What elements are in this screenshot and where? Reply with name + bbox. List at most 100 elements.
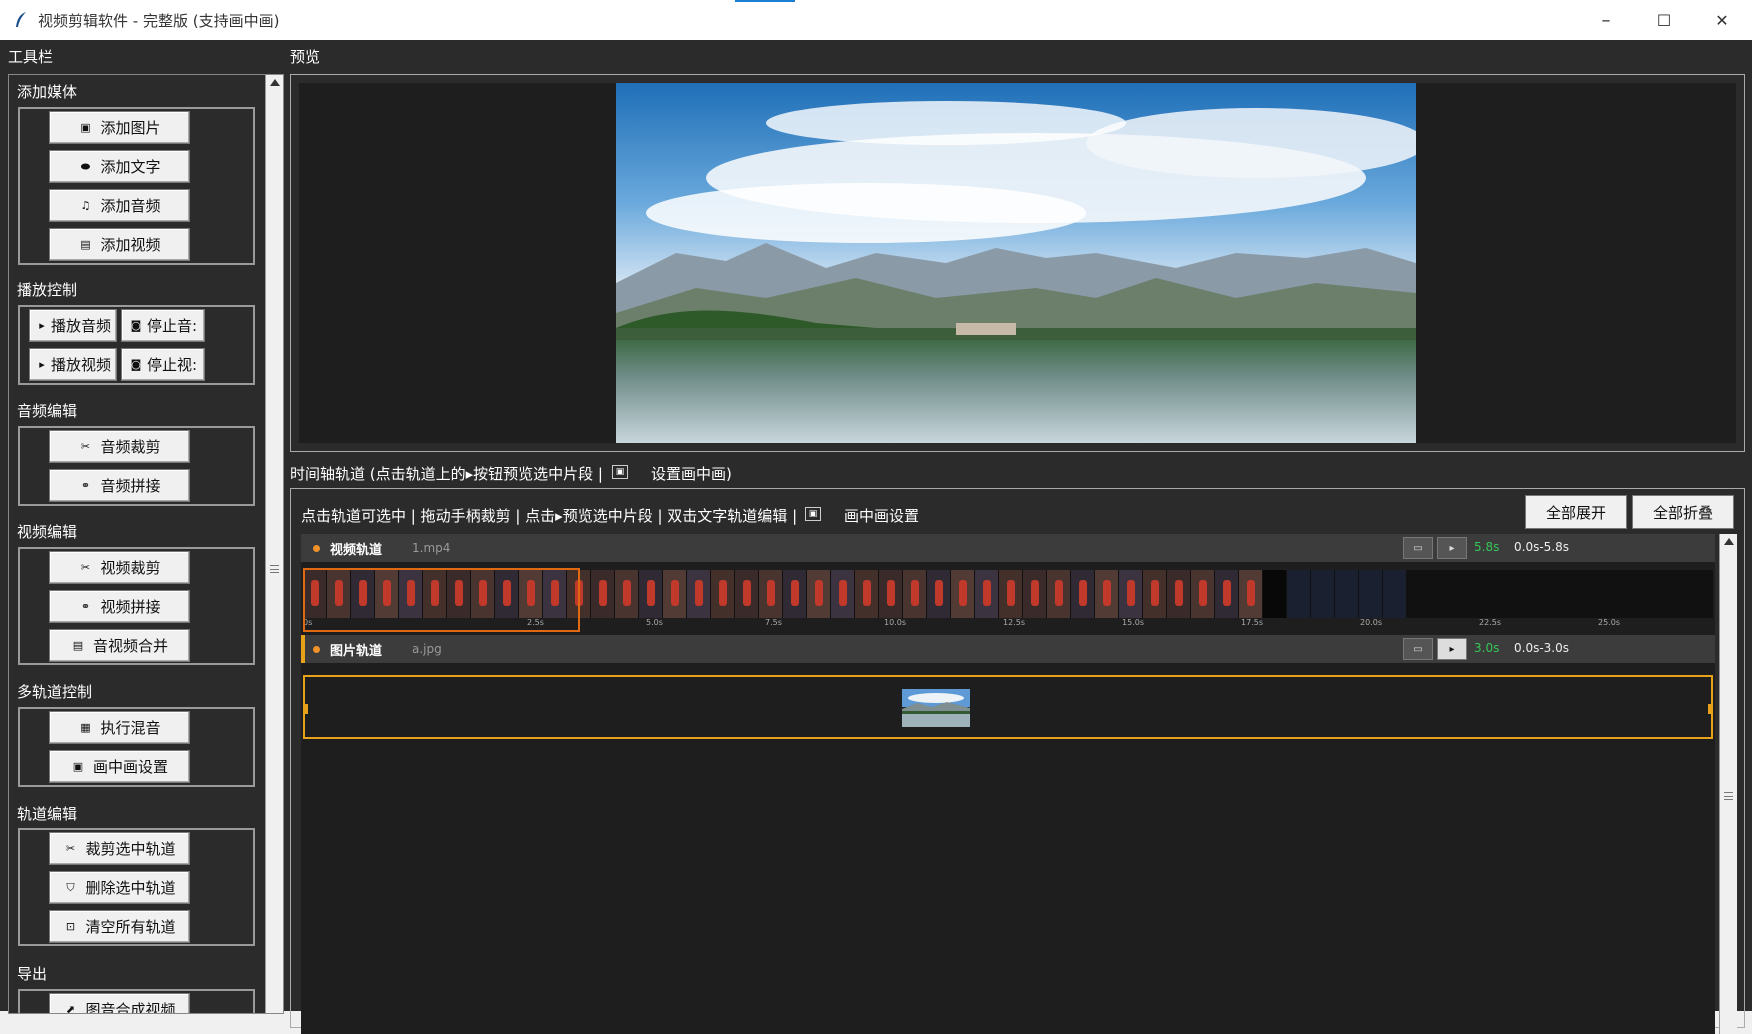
image-track-lane[interactable] <box>303 675 1713 739</box>
dancer-figure <box>887 580 895 606</box>
add-image-button[interactable]: ▣ 添加图片 <box>49 111 190 144</box>
toolbar-scrollbar[interactable] <box>265 75 283 1013</box>
audio-join-button[interactable]: ⚭ 音频拼接 <box>49 469 190 502</box>
add-audio-button[interactable]: ♫ 添加音频 <box>49 189 190 222</box>
av-merge-button[interactable]: ▤ 音视频合并 <box>49 629 190 662</box>
dancer-figure <box>863 580 871 606</box>
time-tick-label: 25.0s <box>1598 618 1620 627</box>
stop-video-button[interactable]: ◙ 停止视: <box>121 348 205 381</box>
trim-handle-right[interactable] <box>1708 704 1713 714</box>
track-name: 视频轨道 <box>330 542 383 558</box>
audio-trim-button[interactable]: ✂ 音频裁剪 <box>49 430 190 463</box>
video-frame <box>711 570 735 618</box>
preview-canvas <box>299 83 1736 443</box>
video-join-button[interactable]: ⚭ 视频拼接 <box>49 590 190 623</box>
video-frame <box>1191 570 1215 618</box>
button-label: 图音合成视频 <box>85 1001 176 1014</box>
expand-all-button[interactable]: 全部展开 <box>1525 495 1627 529</box>
timeline-panel: 点击轨道可选中 | 拖动手柄裁剪 | 点击▸预览选中片段 | 双击文字轨道编辑 … <box>290 488 1745 1034</box>
dancer-figure <box>1031 580 1039 606</box>
pip-settings-button[interactable]: ▣ 画中画设置 <box>49 750 190 783</box>
timeline-title-pip: 设置画中画) <box>651 465 732 483</box>
dancer-figure <box>959 580 967 606</box>
image-track-header[interactable]: 图片轨道 a.jpg ▭ ▸ 3.0s 0.0s-3.0s <box>301 635 1715 663</box>
stop-audio-button[interactable]: ◙ 停止音: <box>121 309 205 342</box>
mix-audio-button[interactable]: ▦ 执行混音 <box>49 711 190 744</box>
group-audio-edit: ✂ 音频裁剪 ⚭ 音频拼接 <box>18 426 255 506</box>
add-text-button[interactable]: ⬬ 添加文字 <box>49 150 190 183</box>
scroll-up-arrow-icon[interactable] <box>1724 538 1734 545</box>
keyboard-icon: ▭ <box>1413 643 1423 655</box>
video-trim-button[interactable]: ✂ 视频裁剪 <box>49 551 190 584</box>
play-icon: ▸ <box>39 319 45 332</box>
track-edit-button[interactable]: ▭ <box>1403 638 1433 660</box>
track-edit-button[interactable]: ▭ <box>1403 537 1433 559</box>
dancer-figure <box>935 580 943 606</box>
video-frame <box>639 570 663 618</box>
video-frame <box>975 570 999 618</box>
dancer-figure <box>695 580 703 606</box>
group-title-playback: 播放控制 <box>17 281 78 299</box>
scroll-grip[interactable] <box>1724 792 1733 800</box>
clear-all-tracks-button[interactable]: ⊡ 清空所有轨道 <box>49 910 190 943</box>
button-label: 清空所有轨道 <box>85 918 176 936</box>
video-track-header[interactable]: 视频轨道 1.mp4 ▭ ▸ 5.8s 0.0s-5.8s <box>301 534 1715 562</box>
time-tick-label: 10.0s <box>884 618 906 627</box>
button-label: 播放音频 <box>50 317 111 335</box>
time-tick-label: 7.5s <box>765 618 782 627</box>
play-icon: ▸ <box>1449 643 1455 655</box>
scroll-up-arrow-icon[interactable] <box>270 79 280 86</box>
button-label: 添加音频 <box>100 197 161 215</box>
preview-image <box>616 83 1416 443</box>
dancer-figure <box>767 580 775 606</box>
video-selection-box[interactable] <box>303 568 580 632</box>
video-frame <box>591 570 615 618</box>
dancer-figure <box>1223 580 1231 606</box>
scissors-icon: ✂ <box>65 842 76 855</box>
button-label: 播放视频 <box>50 356 111 374</box>
button-label: 执行混音 <box>100 719 161 737</box>
button-label: 音视频合并 <box>92 637 168 655</box>
video-frame <box>807 570 831 618</box>
scroll-grip[interactable] <box>270 565 279 573</box>
button-label: 添加文字 <box>100 158 161 176</box>
pip-icon: ▣ <box>805 507 821 521</box>
feather-app-icon <box>16 12 26 27</box>
play-video-button[interactable]: ▸ 播放视频 <box>29 348 117 381</box>
clear-icon: ⊡ <box>65 920 76 933</box>
link-icon: ⚭ <box>80 479 91 492</box>
text-icon: ⬬ <box>80 159 91 173</box>
dancer-figure <box>1055 580 1063 606</box>
keyboard-icon: ▭ <box>1413 542 1423 554</box>
play-icon: ▸ <box>39 358 45 371</box>
timeline-scrollbar[interactable] <box>1719 534 1737 1034</box>
button-label: 画中画设置 <box>92 758 168 776</box>
time-tick-label: 22.5s <box>1479 618 1501 627</box>
collapse-all-button[interactable]: 全部折叠 <box>1632 495 1734 529</box>
dancer-figure <box>743 580 751 606</box>
delete-selected-track-button[interactable]: ⛉ 删除选中轨道 <box>49 871 190 904</box>
button-label: 添加图片 <box>100 119 161 137</box>
trim-selected-track-button[interactable]: ✂ 裁剪选中轨道 <box>49 832 190 865</box>
trim-handle-left[interactable] <box>303 704 308 714</box>
maximize-button[interactable]: ☐ <box>1635 0 1693 40</box>
preview-label: 预览 <box>290 48 321 66</box>
dancer-figure <box>1247 580 1255 606</box>
dancer-figure <box>1199 580 1207 606</box>
play-audio-button[interactable]: ▸ 播放音频 <box>29 309 117 342</box>
track-preview-button[interactable]: ▸ <box>1437 638 1467 660</box>
add-video-button[interactable]: ▤ 添加视频 <box>49 228 190 261</box>
close-button[interactable]: ✕ <box>1693 0 1751 40</box>
dancer-figure <box>1079 580 1087 606</box>
video-frame <box>1095 570 1119 618</box>
track-range: 0.0s-5.8s <box>1514 540 1570 554</box>
video-frame <box>927 570 951 618</box>
button-label: 视频裁剪 <box>100 559 161 577</box>
track-name: 图片轨道 <box>330 643 383 659</box>
video-frame <box>879 570 903 618</box>
track-preview-button[interactable]: ▸ <box>1437 537 1467 559</box>
group-export: ⬈ 图音合成视频 <box>18 989 255 1014</box>
tracks-area: 视频轨道 1.mp4 ▭ ▸ 5.8s 0.0s-5.8s 0s 2.5s 5.0s… <box>301 534 1715 1034</box>
minimize-button[interactable]: – <box>1577 0 1635 40</box>
video-frame <box>759 570 783 618</box>
